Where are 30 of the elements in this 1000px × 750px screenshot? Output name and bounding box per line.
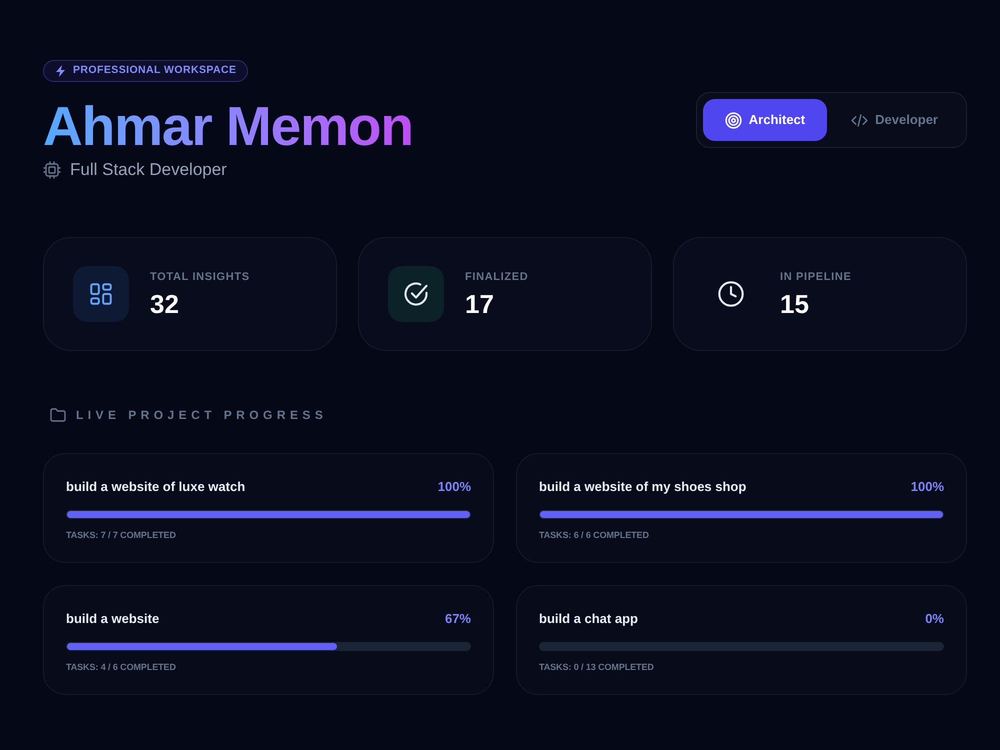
view-tab[interactable]: Architect xyxy=(702,99,828,141)
stat-value: 15 xyxy=(780,290,810,318)
stat-value: 17 xyxy=(465,290,495,318)
progress-percent: 100% xyxy=(438,478,471,496)
role-title: Full Stack Developer xyxy=(70,159,227,182)
dashboard-icon xyxy=(73,266,129,322)
project-title: build a website of my shoes shop xyxy=(539,478,746,496)
task-count: TASKS: 7 / 7 COMPLETED xyxy=(66,529,176,542)
stat-label: FINALIZED xyxy=(465,270,528,284)
code-icon xyxy=(851,114,868,126)
project-title: build a chat app xyxy=(539,610,638,628)
badge-label: PROFESSIONAL WORKSPACE xyxy=(73,63,236,78)
task-count: TASKS: 4 / 6 COMPLETED xyxy=(66,661,176,674)
task-count: TASKS: 0 / 13 COMPLETED xyxy=(539,661,654,674)
progress-percent: 100% xyxy=(910,478,944,496)
stat-label: IN PIPELINE xyxy=(780,270,852,284)
folder-icon xyxy=(50,408,66,422)
project-title: build a website of luxe watch xyxy=(66,478,246,496)
progress-percent: 67% xyxy=(444,610,471,628)
task-count: TASKS: 6 / 6 COMPLETED xyxy=(539,529,649,542)
lightning-icon xyxy=(55,65,66,77)
stat-label: TOTAL INSIGHTS xyxy=(150,270,250,284)
stat-value: 32 xyxy=(150,290,180,318)
section-title: LIVE PROJECT PROGRESS xyxy=(76,407,328,424)
project-title: build a website xyxy=(66,610,160,628)
clock-icon xyxy=(717,280,745,308)
target-icon xyxy=(724,112,742,128)
chip-icon xyxy=(43,161,61,179)
view-tab[interactable]: Developer xyxy=(829,99,960,141)
progress-percent: 0% xyxy=(925,610,944,628)
